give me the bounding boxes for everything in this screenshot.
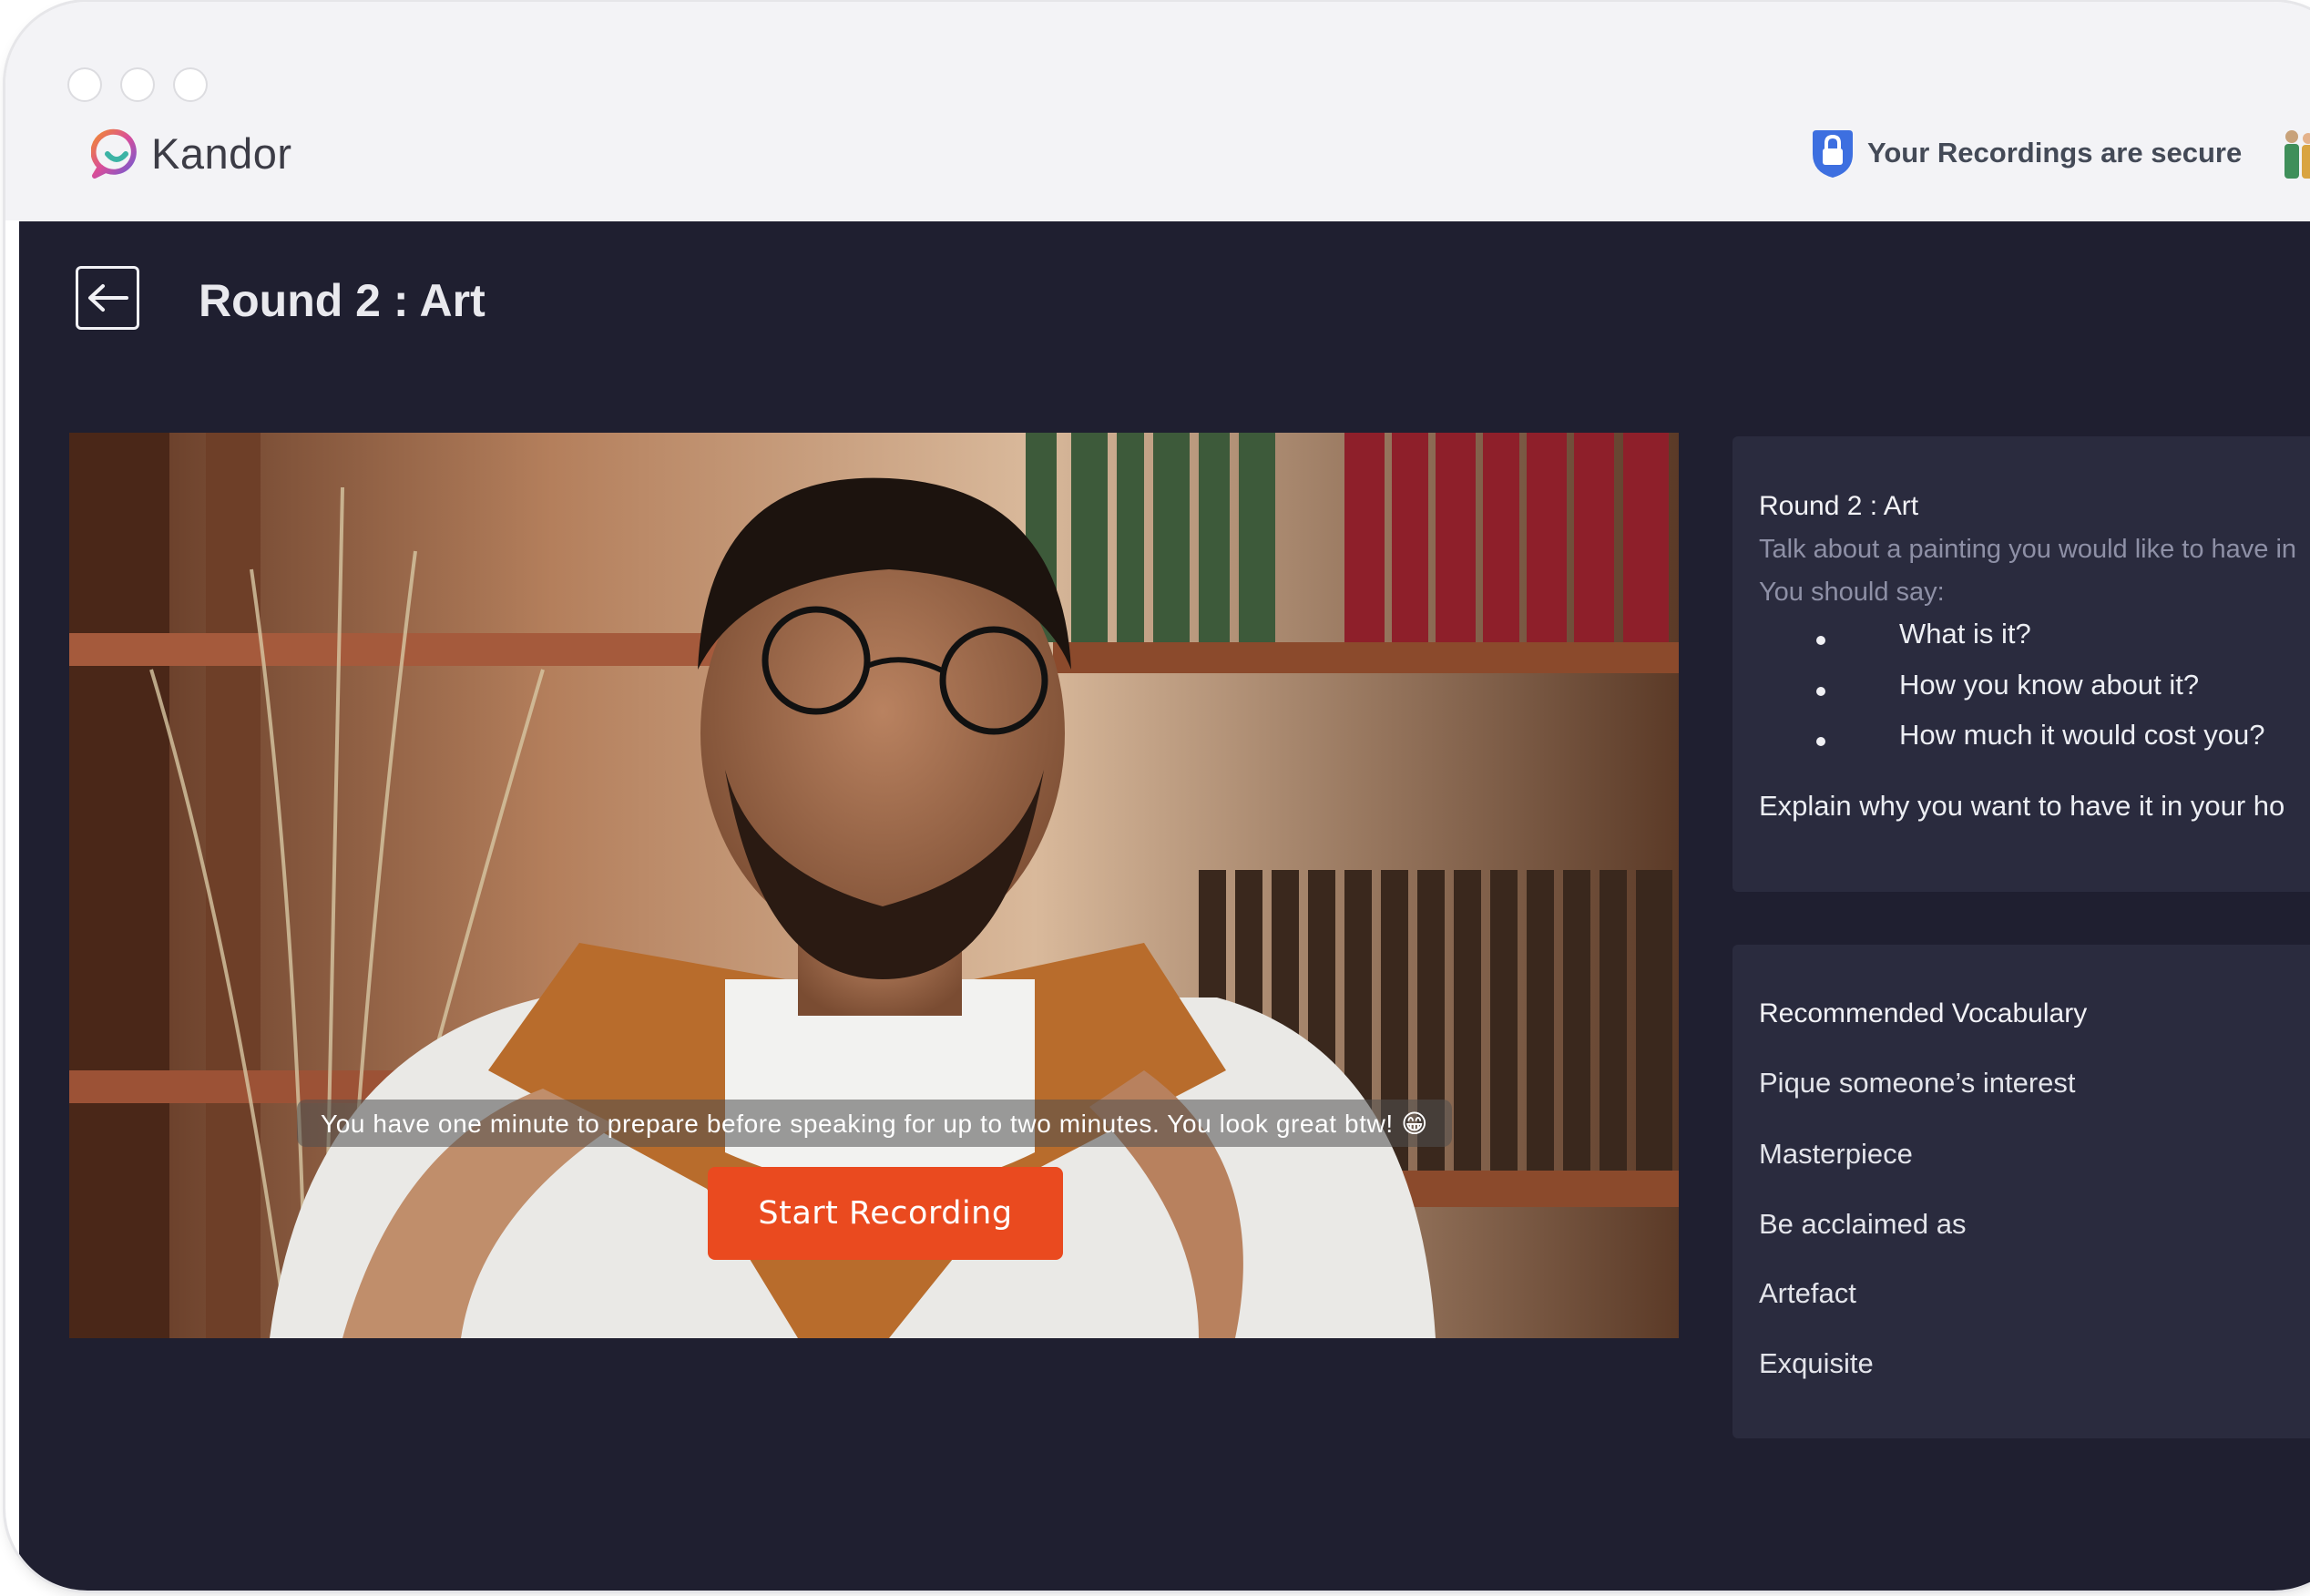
- vocabulary-item: Exquisite: [1759, 1347, 1874, 1379]
- bullet-dot: [1816, 737, 1825, 746]
- title-bar: Kandor Your Recordings are secure: [5, 2, 2310, 220]
- topic-bullet: What is it?: [1899, 618, 2031, 650]
- vocabulary-item: Pique someone’s interest: [1759, 1067, 2076, 1099]
- brand-name: Kandor: [151, 128, 292, 178]
- window-close-button[interactable]: [69, 69, 100, 100]
- vocabulary-item: Be acclaimed as: [1759, 1208, 1967, 1240]
- topic-closing: Explain why you want to have it in your …: [1759, 790, 2285, 822]
- security-notice: Your Recordings are secure: [1807, 126, 2242, 180]
- topic-prompt: Talk about a painting you would like to …: [1759, 535, 2297, 564]
- browser-window: Kandor Your Recordings are secure Round …: [5, 2, 2310, 1591]
- topic-bullet: How much it would cost you?: [1899, 719, 2265, 751]
- bullet-dot: [1816, 687, 1825, 696]
- security-text: Your Recordings are secure: [1867, 137, 2243, 169]
- brand-logo[interactable]: Kandor: [91, 124, 292, 182]
- vocabulary-item: Artefact: [1759, 1277, 1856, 1309]
- vocabulary-heading: Recommended Vocabulary: [1759, 998, 2088, 1028]
- page-title: Round 2 : Art: [199, 275, 486, 326]
- instruction-caption: You have one minute to prepare before sp…: [297, 1100, 1452, 1147]
- topic-instruction: You should say:: [1759, 578, 1945, 607]
- start-recording-button[interactable]: Start Recording: [708, 1167, 1063, 1260]
- practice-screen: Round 2 : Art You have one minute to pre…: [19, 221, 2310, 1591]
- topic-card: Round 2 : Art Talk about a painting you …: [1732, 436, 2310, 892]
- window-minimize-button[interactable]: [122, 69, 153, 100]
- vocabulary-item: Masterpiece: [1759, 1138, 1913, 1170]
- users-icon: [2284, 130, 2310, 179]
- bullet-dot: [1816, 636, 1825, 645]
- vocabulary-card: Recommended Vocabulary Pique someone’s i…: [1732, 945, 2310, 1438]
- kandor-logo-icon: [91, 128, 137, 179]
- camera-preview: You have one minute to prepare before sp…: [69, 433, 1679, 1338]
- arrow-left-icon: [88, 284, 128, 312]
- topic-title: Round 2 : Art: [1759, 491, 1919, 521]
- window-maximize-button[interactable]: [175, 69, 206, 100]
- lock-icon: [1813, 130, 1853, 178]
- topic-bullet: How you know about it?: [1899, 669, 2200, 701]
- back-button[interactable]: [76, 266, 139, 330]
